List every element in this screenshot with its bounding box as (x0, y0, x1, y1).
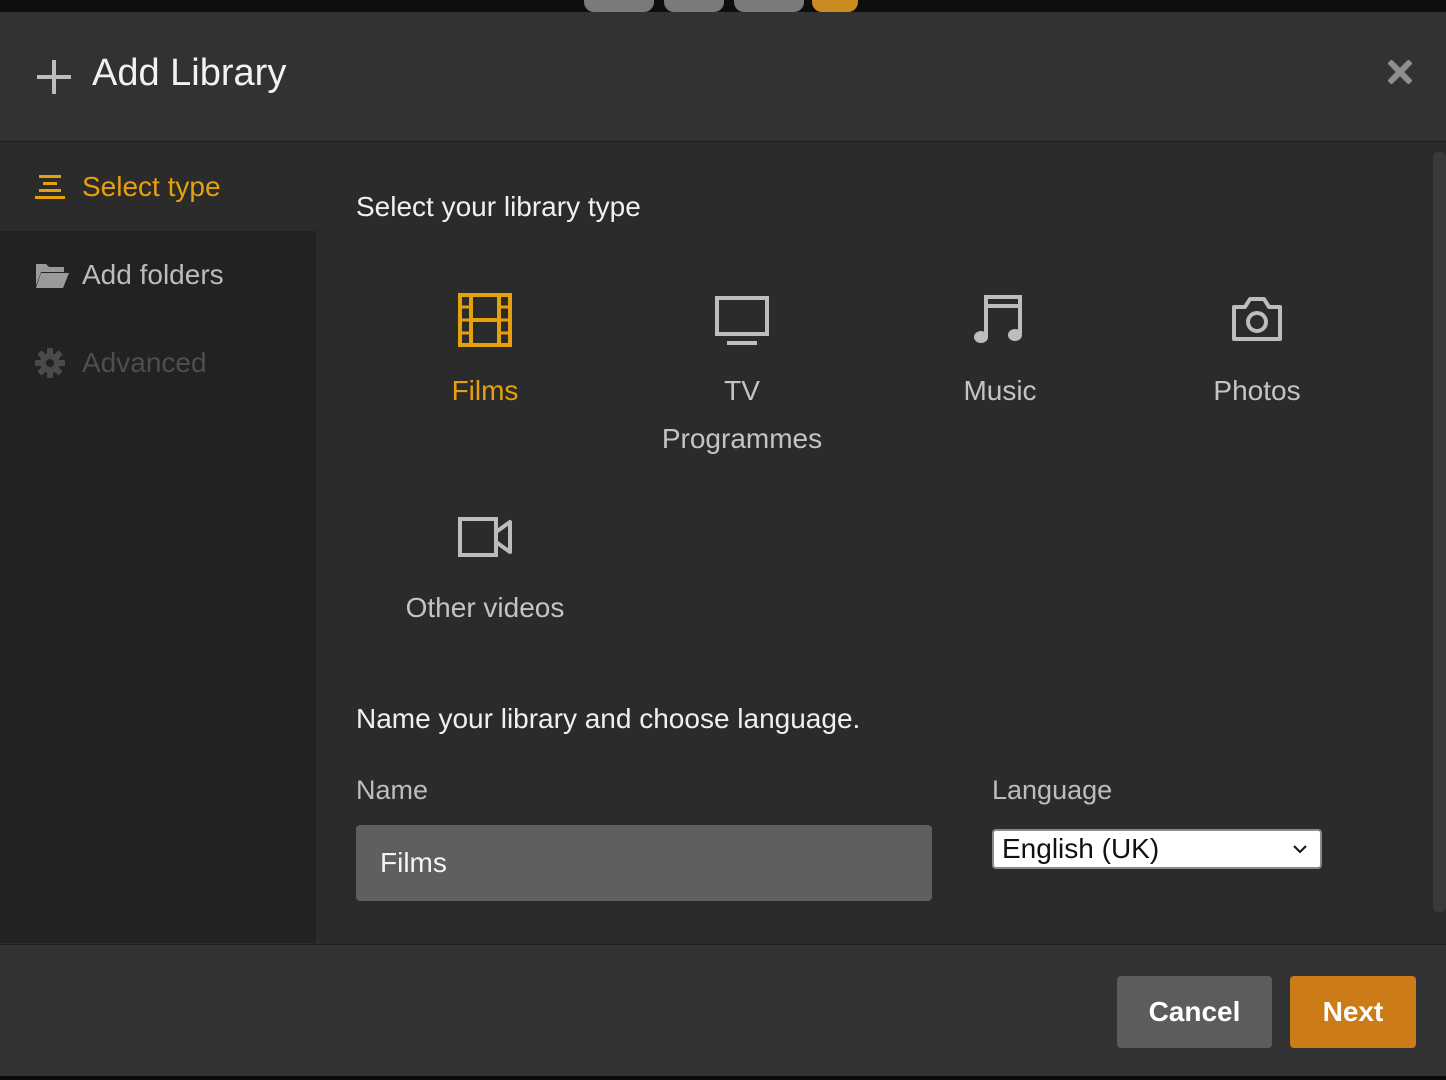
film-icon (458, 293, 512, 347)
dialog-title: Add Library (92, 52, 287, 94)
wizard-content: Select your library type Films TV Progra… (316, 143, 1426, 943)
sidebar-item-label: Add folders (82, 259, 224, 290)
folder-icon (36, 264, 69, 288)
camera-icon (1232, 297, 1282, 341)
type-tile-music[interactable]: Music (880, 293, 1120, 415)
plus-icon (37, 60, 71, 94)
library-name-input[interactable] (356, 825, 932, 901)
cancel-button[interactable]: Cancel (1117, 976, 1272, 1048)
music-note-icon (974, 295, 1022, 343)
name-language-heading: Name your library and choose language. (356, 703, 861, 734)
sidebar-item-add-folders[interactable]: Add folders (0, 231, 316, 319)
list-icon (35, 175, 65, 199)
video-camera-icon (458, 517, 512, 557)
chevron-down-icon (1293, 845, 1307, 854)
dialog-footer: Cancel Next (0, 944, 1446, 1076)
type-tile-other-videos[interactable]: Other videos (365, 510, 605, 632)
language-select[interactable]: English (UK) (992, 829, 1322, 869)
language-label: Language (992, 775, 1113, 805)
sidebar-item-advanced: Advanced (0, 319, 316, 407)
close-icon[interactable] (1384, 56, 1416, 88)
library-type-heading: Select your library type (356, 191, 641, 222)
add-library-dialog: Add Library Select type Add folders Adva… (0, 12, 1446, 1076)
tv-icon (715, 296, 769, 345)
scrollbar-thumb[interactable] (1433, 152, 1446, 912)
type-label: Other videos (405, 592, 565, 623)
sidebar-item-label: Advanced (82, 347, 207, 378)
sidebar-item-select-type[interactable]: Select type (0, 143, 316, 231)
wizard-sidebar: Select type Add folders Advanced (0, 143, 316, 943)
name-label: Name (356, 775, 429, 805)
type-label: Films (451, 375, 519, 406)
gear-icon (35, 348, 65, 378)
type-tile-photos[interactable]: Photos (1137, 293, 1377, 415)
next-button[interactable]: Next (1290, 976, 1416, 1048)
type-label: Photos (1213, 375, 1301, 406)
type-tile-tv-programmes[interactable]: TV Programmes (622, 293, 862, 463)
dialog-header: Add Library (0, 12, 1446, 142)
type-tile-films[interactable]: Films (365, 293, 605, 415)
plex-logo-peek (584, 0, 858, 12)
type-label: TV Programmes (661, 375, 823, 454)
language-select-value: English (UK) (1002, 833, 1160, 864)
type-label: Music (963, 375, 1037, 406)
sidebar-item-label: Select type (82, 171, 221, 202)
